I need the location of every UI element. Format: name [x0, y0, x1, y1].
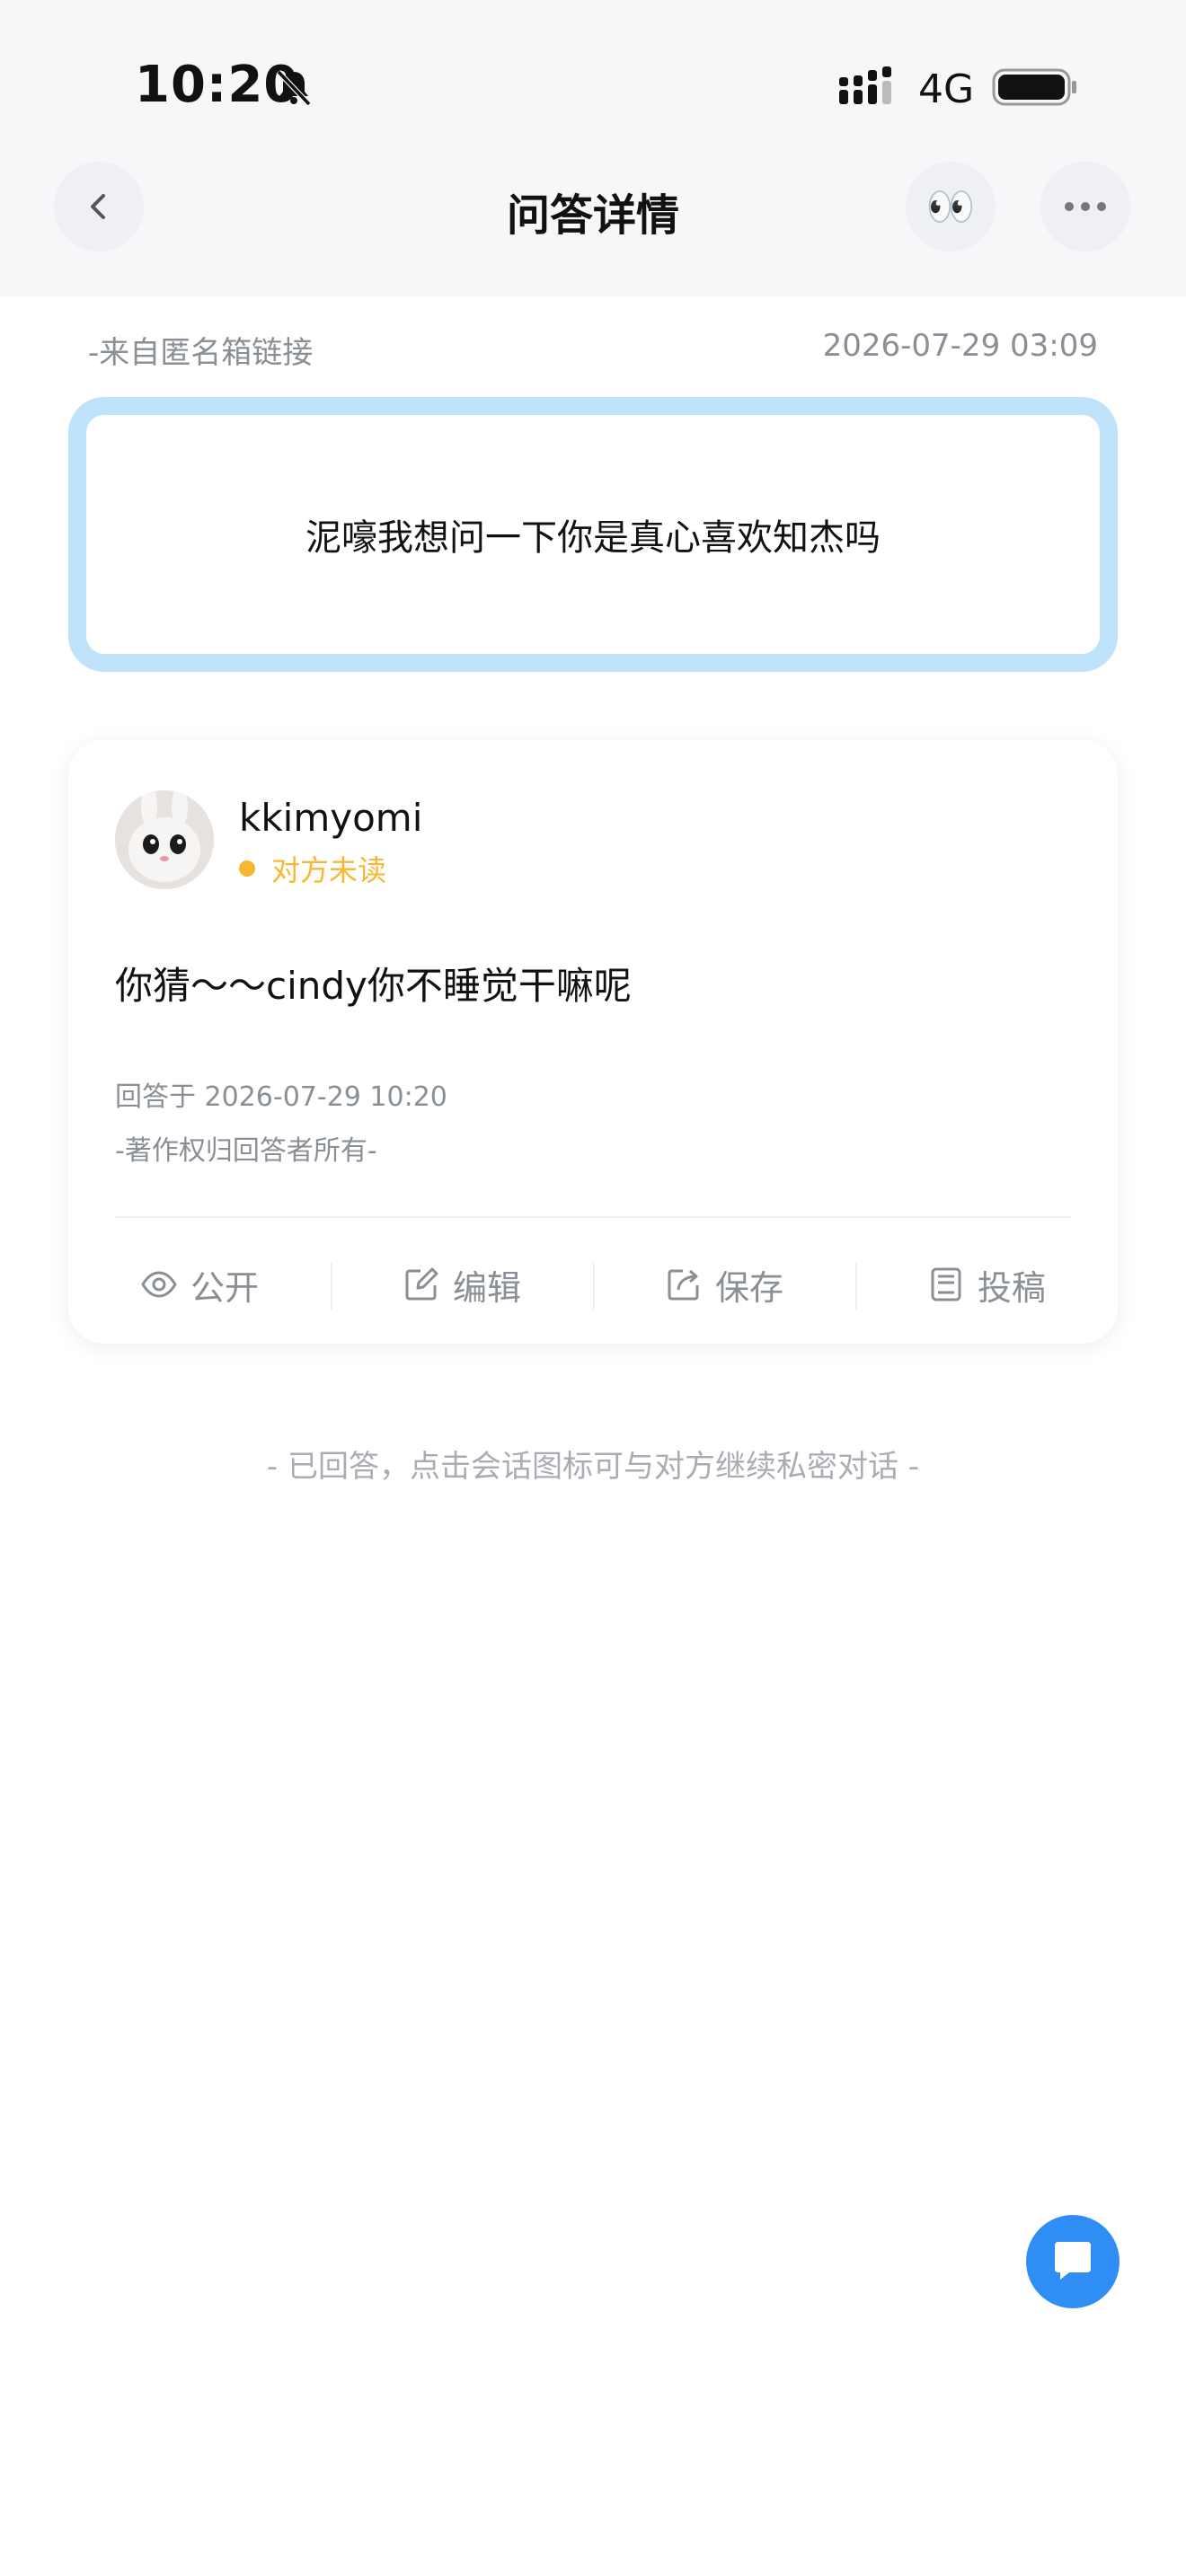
bell-muted-icon: [276, 69, 312, 107]
top-bar: 10:20 4G 问答详情 👀: [0, 0, 1186, 296]
more-dots-icon: [1065, 202, 1106, 211]
answer-card: kkimyomi 对方未读 你猜～～cindy你不睡觉干嘛呢 回答于 2026-…: [68, 740, 1118, 1344]
unread-dot-icon: [239, 860, 255, 877]
save-button[interactable]: 保存: [593, 1225, 855, 1344]
action-bar: 公开 编辑 保存 投稿: [68, 1225, 1118, 1344]
submit-button[interactable]: 投稿: [855, 1225, 1118, 1344]
battery-icon: [992, 68, 1076, 106]
answered-time: 回答于 2026-07-29 10:20: [115, 1081, 447, 1113]
chat-bubble-icon: [1055, 2242, 1091, 2280]
save-label: 保存: [714, 1267, 783, 1308]
document-icon: [931, 1267, 961, 1301]
read-status: 对方未读: [271, 853, 387, 887]
question-source: -来自匿名箱链接: [88, 335, 314, 371]
eyes-emoji-icon: 👀: [925, 184, 976, 230]
copyright-note: -著作权归回答者所有-: [115, 1135, 377, 1167]
question-time: 2026-07-29 03:09: [822, 328, 1098, 364]
bunny-avatar-icon: [115, 790, 214, 889]
page-title: 问答详情: [506, 190, 679, 241]
eye-icon: [141, 1271, 177, 1298]
public-button[interactable]: 公开: [68, 1225, 331, 1344]
question-text: 泥嚎我想问一下你是真心喜欢知杰吗: [305, 517, 881, 559]
edit-icon: [405, 1267, 438, 1301]
eyes-button[interactable]: 👀: [906, 162, 996, 251]
question-card: 泥嚎我想问一下你是真心喜欢知杰吗: [68, 397, 1118, 672]
chat-button[interactable]: [1026, 2215, 1120, 2308]
answer-text: 你猜～～cindy你不睡觉干嘛呢: [115, 964, 632, 1008]
share-icon: [668, 1269, 699, 1301]
public-label: 公开: [190, 1267, 259, 1308]
submit-label: 投稿: [977, 1267, 1046, 1308]
network-label: 4G: [918, 66, 975, 112]
divider: [115, 1216, 1071, 1218]
avatar[interactable]: [115, 790, 214, 889]
username[interactable]: kkimyomi: [239, 796, 422, 840]
answered-hint: - 已回答，点击会话图标可与对方继续私密对话 -: [266, 1449, 920, 1485]
edit-button[interactable]: 编辑: [331, 1225, 593, 1344]
edit-label: 编辑: [452, 1267, 521, 1308]
more-button[interactable]: [1040, 162, 1130, 251]
signal-icon: [839, 66, 891, 104]
